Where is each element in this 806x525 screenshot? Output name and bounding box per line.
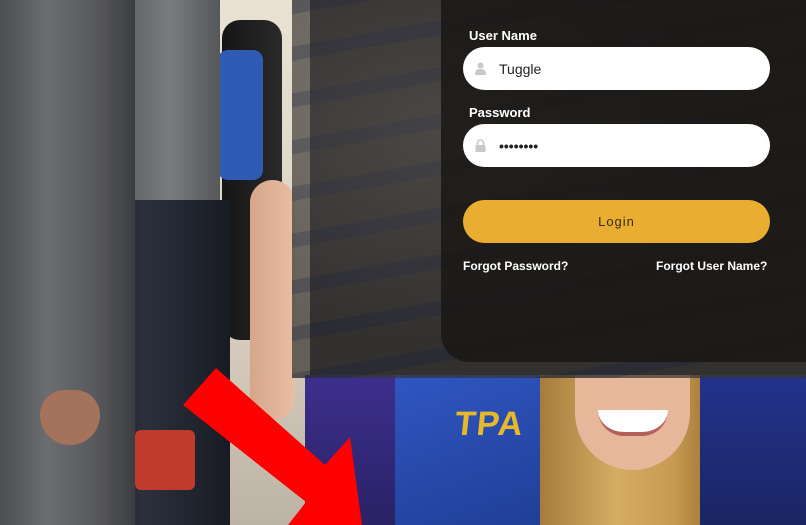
red-arrow-icon (183, 368, 362, 525)
